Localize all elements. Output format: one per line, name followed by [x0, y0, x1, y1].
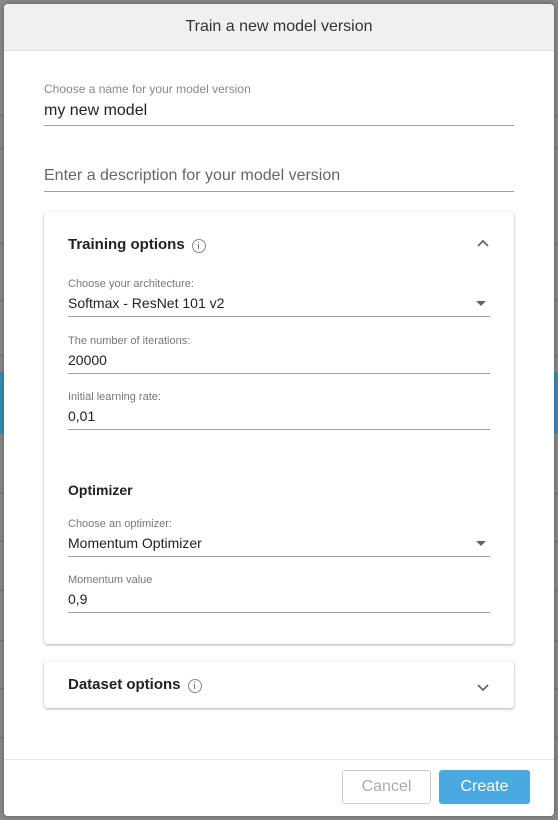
create-button[interactable]: Create	[439, 770, 530, 804]
model-name-field[interactable]: Choose a name for your model version my …	[44, 82, 514, 126]
architecture-label: Choose your architecture:	[68, 278, 194, 290]
architecture-select[interactable]: Softmax - ResNet 101 v2	[68, 291, 490, 317]
architecture-field[interactable]: Choose your architecture: Softmax - ResN…	[68, 278, 490, 317]
train-model-dialog: Train a new model version Choose a name …	[4, 4, 554, 816]
optimizer-label: Choose an optimizer:	[68, 518, 172, 530]
dataset-options-header[interactable]: Dataset options	[68, 676, 202, 693]
iterations-input[interactable]: 20000	[68, 348, 490, 374]
description-input[interactable]: Enter a description for your model versi…	[44, 166, 514, 192]
caret-down-icon	[476, 301, 486, 306]
dataset-options-title: Dataset options	[68, 676, 181, 693]
learning-rate-field[interactable]: Initial learning rate: 0,01	[68, 391, 490, 430]
description-field[interactable]: Enter a description for your model versi…	[44, 166, 514, 192]
architecture-value: Softmax - ResNet 101 v2	[68, 295, 225, 311]
dialog-footer: Cancel Create	[4, 759, 554, 816]
dataset-options-panel[interactable]: Dataset options	[44, 661, 514, 708]
training-options-panel: Training options Choose your architectur…	[44, 212, 514, 644]
info-icon[interactable]	[191, 238, 206, 253]
dialog-header: Train a new model version	[4, 4, 554, 51]
optimizer-value: Momentum Optimizer	[68, 535, 202, 551]
caret-down-icon	[476, 541, 486, 546]
training-options-header[interactable]: Training options	[68, 236, 206, 253]
optimizer-section-title: Optimizer	[68, 482, 133, 498]
dialog-title: Train a new model version	[185, 17, 373, 35]
info-icon[interactable]	[187, 678, 202, 693]
chevron-down-icon[interactable]	[476, 681, 490, 695]
chevron-up-icon[interactable]	[476, 236, 490, 250]
momentum-label: Momentum value	[68, 574, 153, 586]
momentum-field[interactable]: Momentum value 0,9	[68, 574, 490, 613]
training-options-title: Training options	[68, 236, 185, 253]
optimizer-select[interactable]: Momentum Optimizer	[68, 531, 490, 557]
learning-rate-label: Initial learning rate:	[68, 391, 161, 403]
model-name-input[interactable]: my new model	[44, 101, 514, 126]
model-name-label: Choose a name for your model version	[44, 82, 251, 96]
iterations-field[interactable]: The number of iterations: 20000	[68, 335, 490, 374]
optimizer-field[interactable]: Choose an optimizer: Momentum Optimizer	[68, 518, 490, 557]
learning-rate-input[interactable]: 0,01	[68, 404, 490, 430]
iterations-label: The number of iterations:	[68, 335, 191, 347]
cancel-button[interactable]: Cancel	[342, 770, 431, 804]
momentum-input[interactable]: 0,9	[68, 587, 490, 613]
